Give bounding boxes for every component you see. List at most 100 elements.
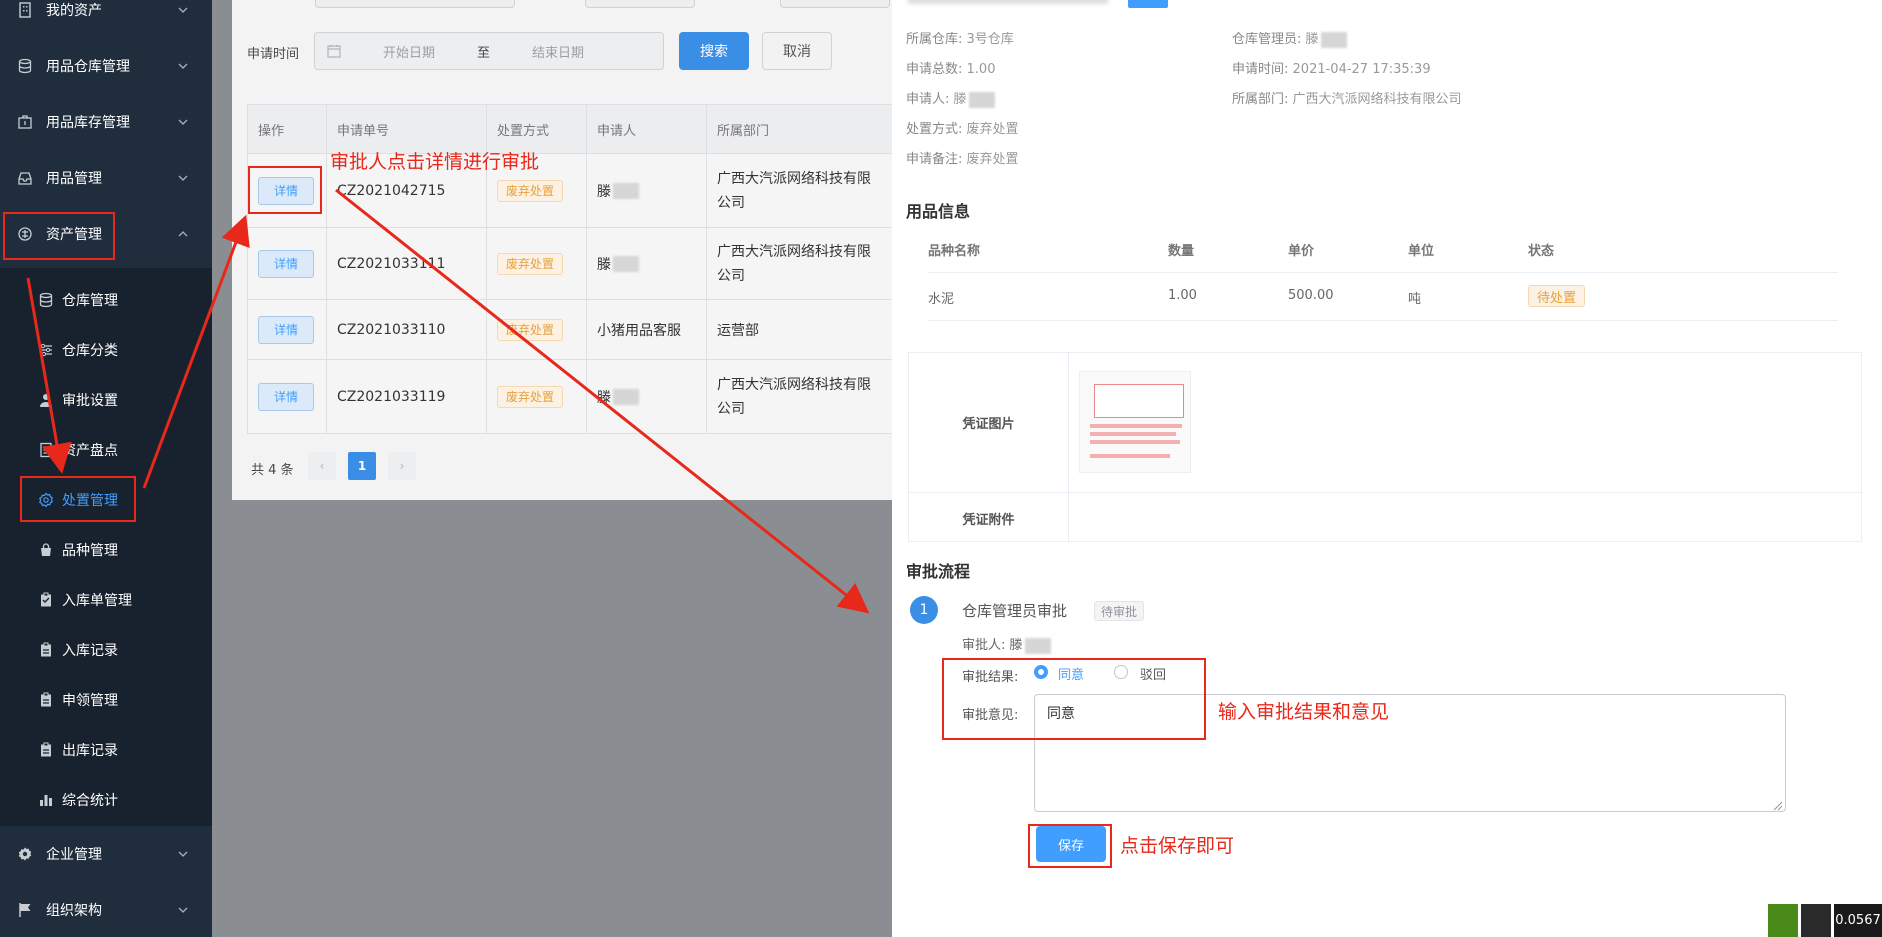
table-cell-applicant: 滕	[587, 360, 707, 434]
annotation-note-inputs: 输入审批结果和意见	[1218, 701, 1390, 723]
redacted-mask	[1024, 637, 1051, 654]
sidebar-subitem-inbound-record[interactable]: 入库记录	[0, 632, 212, 668]
sidebar: 我的资产 用品仓库管理 用品库存管理 用品管理 资产管理 仓库管理 仓库分类 审…	[0, 0, 212, 937]
approval-flow-title: 审批流程	[906, 562, 971, 581]
filter-select-stub[interactable]	[585, 0, 695, 8]
table-cell-method: 废弃处置	[487, 360, 587, 434]
step-status-badge: 待审批	[1094, 601, 1145, 621]
sidebar-subitem-outbound-record[interactable]: 出库记录	[0, 732, 212, 768]
clipboard-icon	[38, 692, 54, 708]
annotation-box-approval-inputs	[942, 658, 1206, 740]
sliders-icon	[38, 342, 54, 358]
proof-image-cell	[1069, 353, 1863, 493]
filter-select-stub[interactable]	[780, 0, 890, 8]
info-value: 3号仓库	[966, 32, 1014, 47]
table-cell-department: 广西大汽派网络科技有限 公司	[707, 154, 892, 228]
end-date-input[interactable]: 结束日期	[532, 42, 584, 61]
column-header-action: 操作	[247, 104, 327, 154]
sidebar-subitem-variety-management[interactable]: 品种管理	[0, 532, 212, 568]
pagination-prev-button[interactable]: ‹	[308, 452, 336, 480]
sidebar-item-goods-stock[interactable]: 用品库存管理	[0, 100, 212, 144]
table-cell-applicant: 滕	[587, 228, 707, 300]
sidebar-subitem-statistics[interactable]: 综合统计	[0, 782, 212, 818]
info-department: 所属部门: 广西大汽派网络科技有限公司	[1232, 88, 1462, 107]
step-number: 1	[910, 596, 938, 624]
info-label: 所属仓库:	[906, 32, 963, 47]
info-value: 废弃处置	[966, 152, 1019, 167]
department-line: 公司	[717, 194, 745, 211]
start-date-input[interactable]: 开始日期	[383, 42, 435, 61]
proof-attachment-label: 凭证附件	[909, 493, 1069, 543]
info-label: 申请时间:	[1232, 62, 1289, 77]
sidebar-item-goods-warehouse[interactable]: 用品仓库管理	[0, 44, 212, 88]
table-cell-method: 废弃处置	[487, 228, 587, 300]
table-cell-order-no: CZ2021033110	[327, 300, 487, 360]
department-line: 公司	[717, 267, 745, 284]
gear-icon	[16, 845, 34, 863]
filter-input-stub[interactable]	[315, 0, 515, 8]
drawer-title-cut	[908, 0, 1108, 4]
sidebar-subitem-inbound-order[interactable]: 入库单管理	[0, 582, 212, 618]
annotation-box-asset-management	[3, 212, 115, 260]
sidebar-subitem-warehouse[interactable]: 仓库管理	[0, 282, 212, 318]
pagination-next-button[interactable]: ›	[388, 452, 416, 480]
sidebar-subitem-claim-management[interactable]: 申领管理	[0, 682, 212, 718]
info-manager: 仓库管理员: 滕	[1232, 28, 1347, 48]
proof-table: 凭证图片 凭证附件	[908, 352, 1863, 543]
detail-button[interactable]: 详情	[258, 249, 314, 278]
detail-button[interactable]: 详情	[258, 382, 314, 411]
clipboard-icon	[38, 592, 54, 608]
sidebar-subitem-approval-settings[interactable]: 审批设置	[0, 382, 212, 418]
info-value: 1.00	[966, 62, 996, 77]
search-button[interactable]: 搜索	[679, 32, 749, 70]
proof-thumbnail-image[interactable]	[1079, 371, 1191, 473]
info-applicant: 申请人: 滕	[906, 88, 995, 108]
column-header-department: 所属部门	[707, 104, 892, 154]
sidebar-subitem-label: 入库记录	[62, 643, 118, 659]
goods-table-header: 品种名称 数量 单价 单位 状态	[928, 228, 1838, 273]
table-cell-order-no: CZ2021033111	[327, 228, 487, 300]
chevron-down-icon	[176, 847, 190, 861]
sidebar-item-label: 用品库存管理	[46, 115, 130, 131]
status-badge: 废弃处置	[497, 179, 564, 202]
drawer-status-badge	[1128, 0, 1168, 8]
calendar-icon	[327, 44, 341, 58]
goods-column-header: 数量	[1168, 244, 1195, 259]
applicant-name: 滕	[597, 183, 611, 200]
annotation-note-save: 点击保存即可	[1120, 835, 1235, 857]
resize-handle-icon[interactable]	[1773, 799, 1783, 811]
sidebar-item-organization[interactable]: 组织架构	[0, 888, 212, 932]
status-badge: 废弃处置	[497, 318, 564, 341]
cancel-button[interactable]: 取消	[762, 32, 832, 70]
sidebar-subitem-warehouse-category[interactable]: 仓库分类	[0, 332, 212, 368]
corner-badge-value: 0.0567	[1834, 904, 1882, 937]
user-icon	[38, 392, 54, 408]
table-cell-method: 废弃处置	[487, 300, 587, 360]
goods-column-header: 单价	[1288, 244, 1315, 259]
sidebar-item-enterprise[interactable]: 企业管理	[0, 832, 212, 876]
sidebar-item-goods[interactable]: 用品管理	[0, 156, 212, 200]
table-cell-department: 广西大汽派网络科技有限 公司	[707, 360, 892, 434]
info-value: 2021-04-27 17:35:39	[1292, 62, 1431, 77]
briefcase-icon	[16, 113, 34, 131]
document-icon	[38, 442, 54, 458]
status-badge: 废弃处置	[497, 252, 564, 275]
approver-name: 滕	[1009, 638, 1023, 653]
sidebar-subitem-asset-inventory[interactable]: 资产盘点	[0, 432, 212, 468]
sidebar-item-label: 我的资产	[46, 3, 102, 19]
info-label: 申请总数:	[906, 62, 963, 77]
date-range-picker[interactable]: 开始日期 至 结束日期	[314, 32, 664, 70]
goods-status-badge: 待处置	[1528, 285, 1586, 307]
bar-chart-icon	[38, 792, 54, 808]
info-label: 申请备注:	[906, 152, 963, 167]
info-label: 申请人:	[906, 92, 950, 107]
table-cell-action: 详情	[247, 228, 327, 300]
detail-button[interactable]: 详情	[258, 315, 314, 344]
info-label: 处置方式:	[906, 122, 963, 137]
sidebar-subitem-label: 品种管理	[62, 543, 118, 559]
sidebar-item-my-assets[interactable]: 我的资产	[0, 0, 212, 32]
sidebar-item-label: 企业管理	[46, 847, 102, 863]
pagination-page-button[interactable]: 1	[348, 452, 376, 480]
info-remark: 申请备注: 废弃处置	[906, 148, 1019, 167]
info-value: 滕	[1305, 32, 1319, 47]
